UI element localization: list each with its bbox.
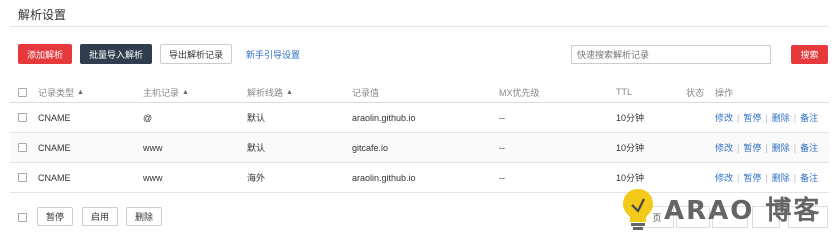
delete-link[interactable]: 删除 bbox=[772, 111, 790, 124]
record-value: araolin.github.io bbox=[352, 112, 416, 123]
row-checkbox[interactable] bbox=[18, 163, 27, 192]
toolbar: 添加解析 批量导入解析 导出解析记录 新手引导设置 bbox=[18, 44, 300, 64]
batch-import-button[interactable]: 批量导入解析 bbox=[80, 44, 153, 64]
host-record: www bbox=[143, 142, 163, 153]
export-records-button[interactable]: 导出解析记录 bbox=[160, 44, 233, 64]
sort-asc-icon: ▲ bbox=[182, 88, 189, 96]
resolution-line: 默认 bbox=[247, 143, 266, 153]
row-checkbox[interactable] bbox=[18, 103, 27, 132]
select-all-checkbox[interactable] bbox=[18, 82, 27, 102]
column-line[interactable]: 解析线路 ▲ bbox=[247, 82, 293, 102]
ttl-value: 10分钟 bbox=[616, 113, 645, 123]
column-value: 记录值 bbox=[352, 87, 380, 98]
mx-priority: -- bbox=[499, 112, 505, 123]
row-checkbox[interactable] bbox=[18, 133, 27, 162]
watermark: ARAO 博客 bbox=[618, 178, 821, 238]
bulk-delete-button[interactable]: 删除 bbox=[126, 207, 163, 226]
records-table: 记录类型 ▲ 主机记录 ▲ 解析线路 ▲ 记录值 MX优先级 TTL 状态 操作 CN… bbox=[10, 82, 829, 193]
host-record: www bbox=[143, 172, 163, 183]
host-record: @ bbox=[143, 112, 153, 123]
guide-settings-link[interactable]: 新手引导设置 bbox=[246, 48, 300, 61]
search-input[interactable] bbox=[571, 45, 771, 64]
sort-asc-icon: ▲ bbox=[77, 88, 84, 96]
sort-asc-icon: ▲ bbox=[286, 88, 293, 96]
row-actions: 修改 | 暂停 | 删除 | 备注 bbox=[715, 111, 819, 124]
record-type: CNAME bbox=[38, 142, 71, 153]
column-record-type[interactable]: 记录类型 ▲ bbox=[38, 82, 84, 102]
bulk-pause-button[interactable]: 暂停 bbox=[37, 207, 74, 226]
footer-select-all-checkbox[interactable] bbox=[18, 204, 27, 230]
resolution-line: 海外 bbox=[247, 173, 266, 183]
column-status: 状态 bbox=[686, 87, 705, 98]
table-row: CNAME @ 默认 araolin.github.io -- 10分钟 修改 |… bbox=[10, 103, 829, 133]
pause-link[interactable]: 暂停 bbox=[743, 111, 761, 124]
watermark-text: ARAO 博客 bbox=[664, 195, 822, 226]
modify-link[interactable]: 修改 bbox=[715, 141, 733, 154]
record-value: araolin.github.io bbox=[352, 172, 416, 183]
column-actions: 操作 bbox=[715, 87, 734, 98]
mx-priority: -- bbox=[499, 172, 505, 183]
pause-link[interactable]: 暂停 bbox=[743, 141, 761, 154]
ttl-value: 10分钟 bbox=[616, 143, 645, 153]
delete-link[interactable]: 删除 bbox=[772, 141, 790, 154]
resolution-line: 默认 bbox=[247, 113, 266, 123]
search-button[interactable]: 搜索 bbox=[791, 45, 828, 64]
record-type: CNAME bbox=[38, 112, 71, 123]
lightbulb-logo-icon bbox=[623, 189, 653, 230]
page-title: 解析设置 bbox=[18, 8, 67, 22]
title-divider bbox=[10, 26, 829, 27]
table-row: CNAME www 默认 gitcafe.io -- 10分钟 修改 | 暂停 | … bbox=[10, 133, 829, 163]
record-value: gitcafe.io bbox=[352, 142, 389, 153]
mx-priority: -- bbox=[499, 142, 505, 153]
modify-link[interactable]: 修改 bbox=[715, 111, 733, 124]
bulk-enable-button[interactable]: 启用 bbox=[82, 207, 119, 226]
add-record-button[interactable]: 添加解析 bbox=[18, 44, 73, 64]
column-mx: MX优先级 bbox=[499, 87, 540, 98]
column-ttl: TTL bbox=[616, 87, 633, 97]
table-header: 记录类型 ▲ 主机记录 ▲ 解析线路 ▲ 记录值 MX优先级 TTL 状态 操作 bbox=[10, 82, 829, 103]
row-actions: 修改 | 暂停 | 删除 | 备注 bbox=[715, 141, 819, 154]
record-type: CNAME bbox=[38, 172, 71, 183]
remark-link[interactable]: 备注 bbox=[800, 111, 818, 124]
remark-link[interactable]: 备注 bbox=[800, 141, 818, 154]
column-host[interactable]: 主机记录 ▲ bbox=[143, 82, 189, 102]
